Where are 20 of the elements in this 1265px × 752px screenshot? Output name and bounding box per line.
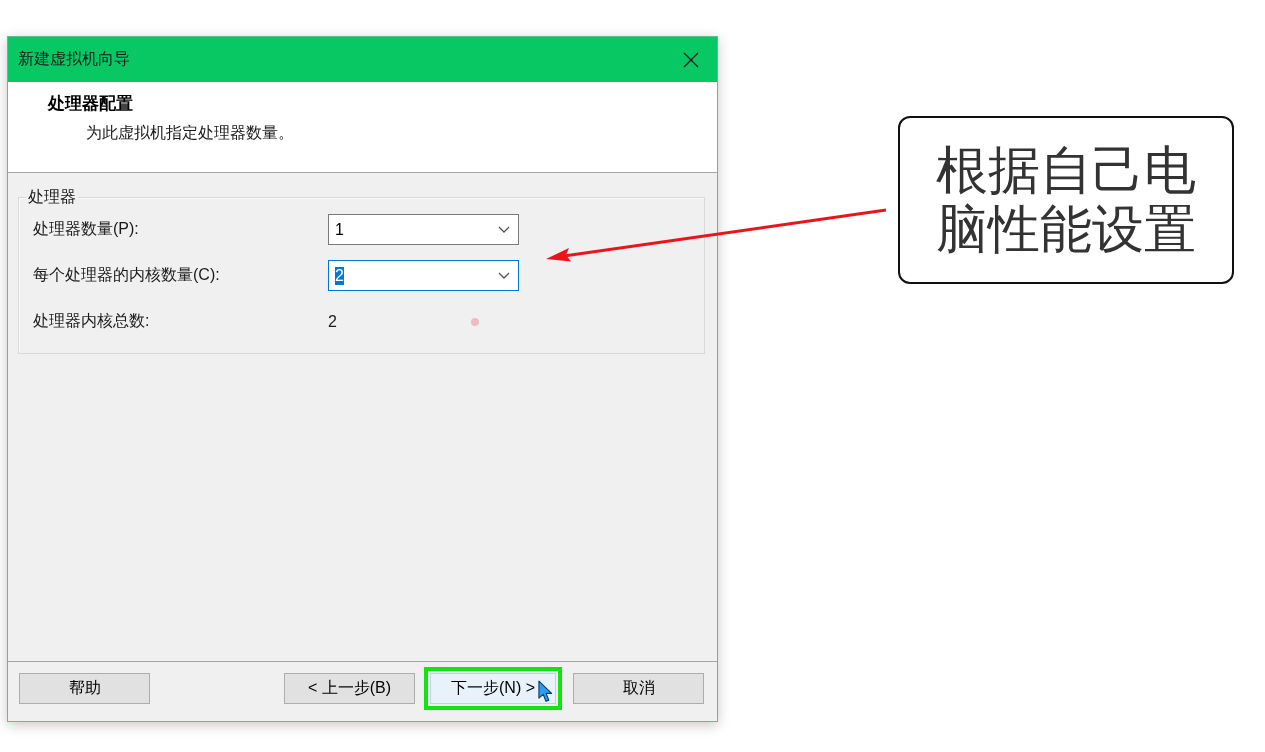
chevron-down-icon bbox=[498, 272, 510, 279]
window-title: 新建虚拟机向导 bbox=[18, 49, 130, 69]
wizard-button[interactable]: < 上一步(B) bbox=[284, 673, 415, 704]
field-label: 处理器内核总数: bbox=[33, 311, 151, 331]
field-value: 2 bbox=[328, 312, 337, 331]
page-subtitle: 为此虚拟机指定处理器数量。 bbox=[86, 123, 294, 143]
wizard-button[interactable]: 帮助 bbox=[19, 673, 150, 704]
pointer-cursor-icon bbox=[538, 680, 553, 703]
wizard-button[interactable]: 取消 bbox=[573, 673, 704, 704]
wizard-button[interactable]: 下一步(N) > bbox=[430, 673, 556, 704]
field-label: 每个处理器的内核数量(C): bbox=[33, 265, 221, 285]
field-label: 处理器数量(P): bbox=[33, 219, 140, 239]
callout-text: 根据自己电脑性能设置 bbox=[935, 141, 1197, 259]
group-legend: 处理器 bbox=[26, 187, 78, 207]
dot-icon bbox=[470, 317, 479, 326]
page-title: 处理器配置 bbox=[48, 94, 133, 114]
dropdown[interactable]: 1 bbox=[328, 214, 519, 245]
close-icon[interactable] bbox=[683, 51, 699, 68]
dropdown[interactable]: 2 bbox=[328, 260, 519, 291]
chevron-down-icon bbox=[498, 226, 510, 233]
